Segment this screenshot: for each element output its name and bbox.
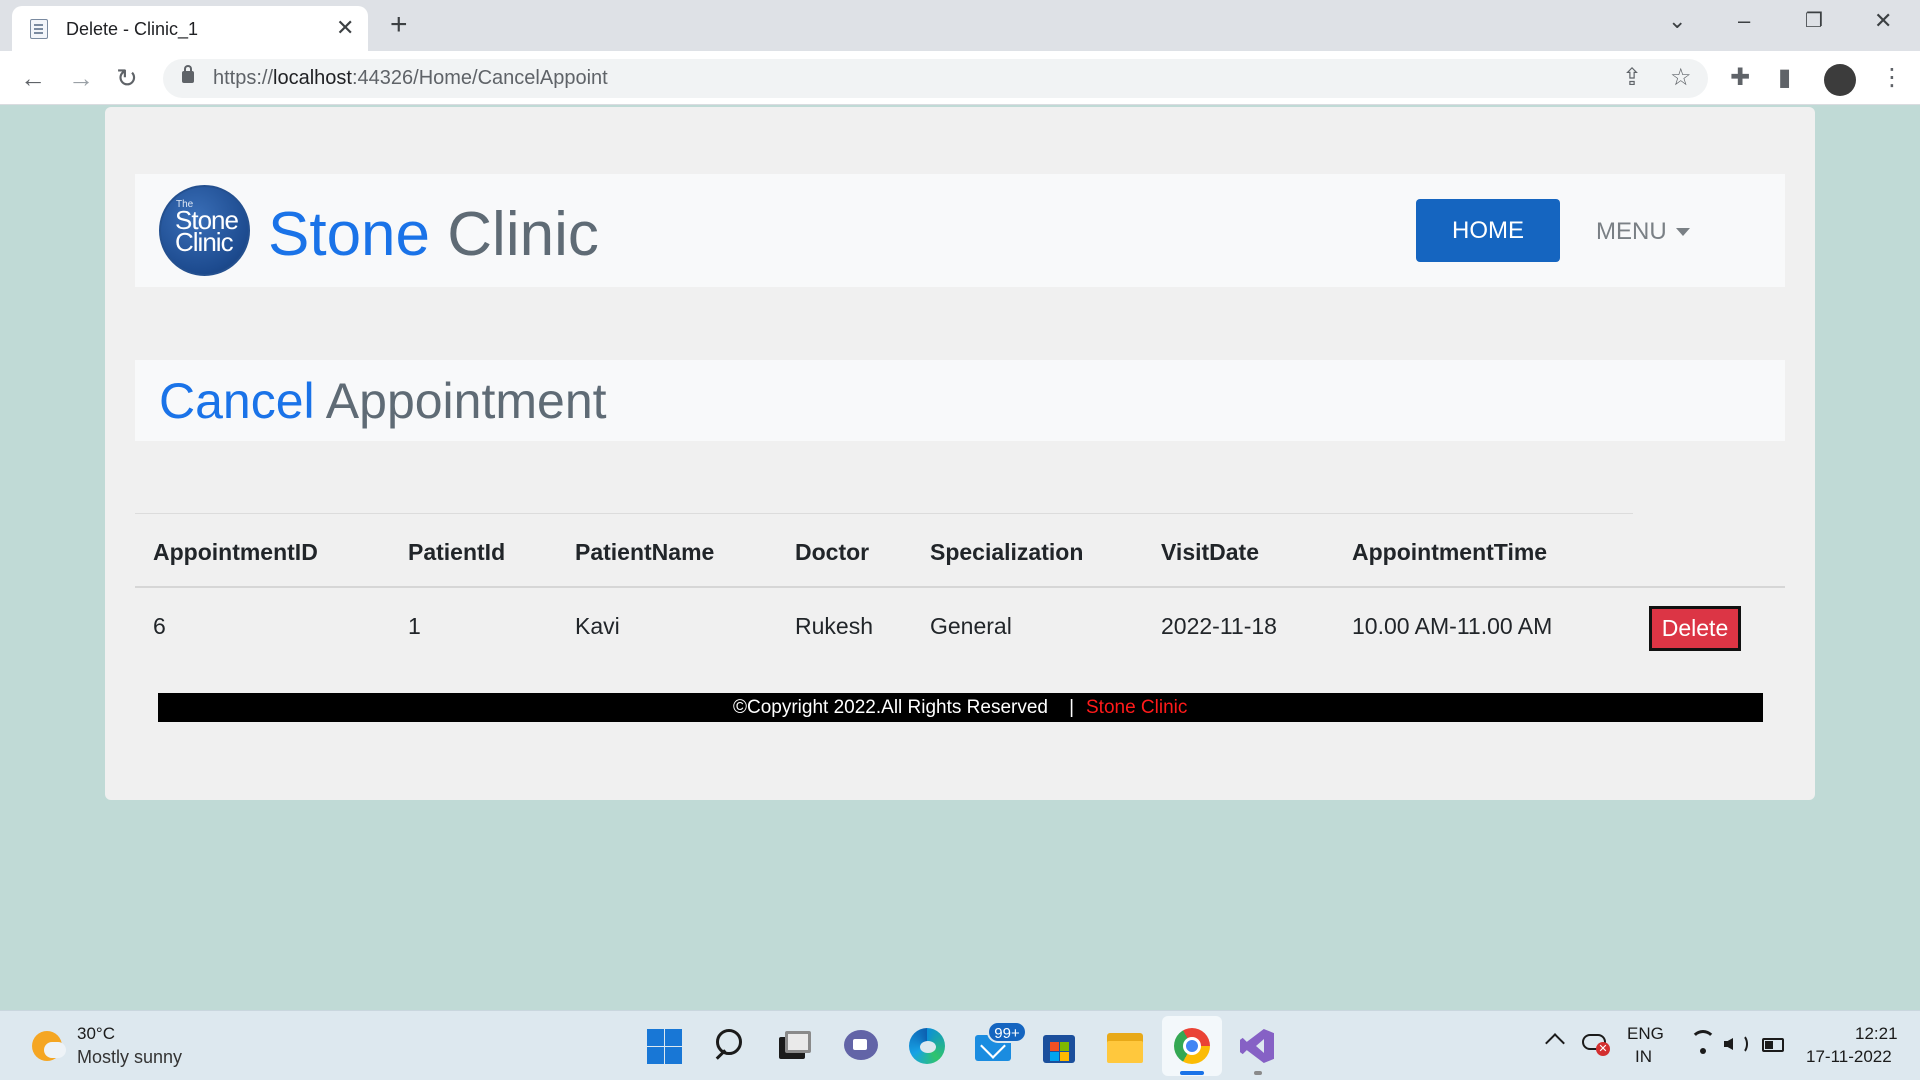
page-title: Cancel Appointment	[159, 373, 607, 429]
cloud-icon	[44, 1042, 66, 1058]
weather-description: Mostly sunny	[77, 1047, 183, 1067]
close-tab-icon[interactable]: ✕	[336, 15, 354, 41]
address-url[interactable]: https://localhost:44326/Home/CancelAppoi…	[213, 67, 608, 90]
minimize-window-icon[interactable]: –	[1738, 6, 1750, 36]
table-top-border	[135, 513, 1633, 514]
column-header-appointment-time: AppointmentTime	[1352, 539, 1548, 565]
cell-appointment-time: 10.00 AM-11.00 AM	[1352, 613, 1553, 639]
cell-doctor: Rukesh	[795, 613, 873, 639]
chrome-running-indicator	[1180, 1071, 1204, 1075]
cell-appointment-id: 6	[153, 613, 166, 639]
lock-icon[interactable]	[182, 65, 194, 83]
column-header-patient-name: PatientName	[575, 539, 715, 565]
delete-button[interactable]: Delete	[1649, 606, 1741, 651]
edge-browser-icon[interactable]	[908, 1027, 946, 1065]
column-header-patient-id: PatientId	[408, 539, 506, 565]
menu-dropdown[interactable]: MENU	[1596, 217, 1667, 247]
microsoft-store-icon[interactable]	[1040, 1027, 1078, 1065]
windows-start-icon[interactable]	[645, 1027, 683, 1065]
navbar-brand[interactable]: Stone Clinic	[268, 200, 599, 270]
new-tab-icon[interactable]: +	[390, 8, 408, 42]
column-header-visit-date: VisitDate	[1161, 539, 1260, 565]
input-region[interactable]: IN	[1635, 1047, 1652, 1067]
mail-unread-badge: 99+	[987, 1021, 1027, 1043]
footer-brand-link[interactable]: Stone Clinic	[1086, 697, 1187, 719]
battery-level	[1765, 1041, 1773, 1049]
cell-visit-date: 2022-11-18	[1161, 613, 1277, 639]
logo-text-line2: Clinic	[175, 227, 234, 257]
clock-time[interactable]: 12:21	[1855, 1024, 1898, 1044]
teams-chat-icon[interactable]	[842, 1027, 880, 1065]
restore-window-icon[interactable]: ❐	[1805, 6, 1823, 36]
cell-patient-id: 1	[408, 613, 421, 639]
windows-taskbar	[0, 1010, 1920, 1080]
visual-studio-running-indicator	[1254, 1071, 1262, 1075]
browser-menu-icon[interactable]: ⋮	[1880, 64, 1904, 92]
file-explorer-icon[interactable]	[1106, 1027, 1144, 1065]
browser-tab[interactable]: Delete - Clinic_1 ✕	[12, 6, 368, 51]
extensions-puzzle-icon[interactable]: ✚	[1730, 64, 1750, 92]
clock-date[interactable]: 17-11-2022	[1806, 1047, 1892, 1067]
column-header-appointment-id: AppointmentID	[153, 539, 318, 565]
back-arrow-icon[interactable]: ←	[20, 62, 46, 94]
reload-icon[interactable]: ↻	[116, 62, 138, 94]
cell-patient-name: Kavi	[575, 613, 620, 639]
side-panel-icon[interactable]: ▮	[1778, 64, 1791, 92]
cell-specialization: General	[930, 613, 1012, 639]
table-header-border	[135, 586, 1785, 588]
column-header-doctor: Doctor	[795, 539, 870, 565]
task-view-icon[interactable]	[775, 1027, 813, 1065]
tab-search-chevron-icon[interactable]: ⌄	[1668, 6, 1686, 36]
column-header-specialization: Specialization	[930, 539, 1084, 565]
bookmark-star-icon[interactable]: ☆	[1670, 64, 1692, 92]
footer-copyright: ©Copyright 2022.All Rights Reserved |	[733, 697, 1075, 718]
tab-title: Delete - Clinic_1	[66, 19, 199, 39]
search-icon[interactable]	[712, 1027, 750, 1065]
volume-wave	[1734, 1034, 1748, 1054]
visual-studio-icon[interactable]	[1238, 1027, 1276, 1065]
caret-down-icon[interactable]	[1676, 228, 1690, 236]
wifi-dot	[1700, 1048, 1706, 1054]
page-favicon-icon	[30, 19, 48, 39]
input-language[interactable]: ENG	[1627, 1024, 1664, 1044]
home-button[interactable]: HOME	[1416, 199, 1560, 262]
chrome-browser-icon[interactable]	[1173, 1027, 1211, 1065]
close-window-icon[interactable]: ✕	[1874, 6, 1892, 36]
weather-temperature: 30°C	[77, 1024, 115, 1043]
share-icon[interactable]: ⇪	[1622, 64, 1642, 92]
onedrive-error-icon: ✕	[1596, 1042, 1610, 1056]
profile-avatar[interactable]	[1824, 64, 1856, 96]
forward-arrow-icon[interactable]: →	[68, 62, 94, 94]
